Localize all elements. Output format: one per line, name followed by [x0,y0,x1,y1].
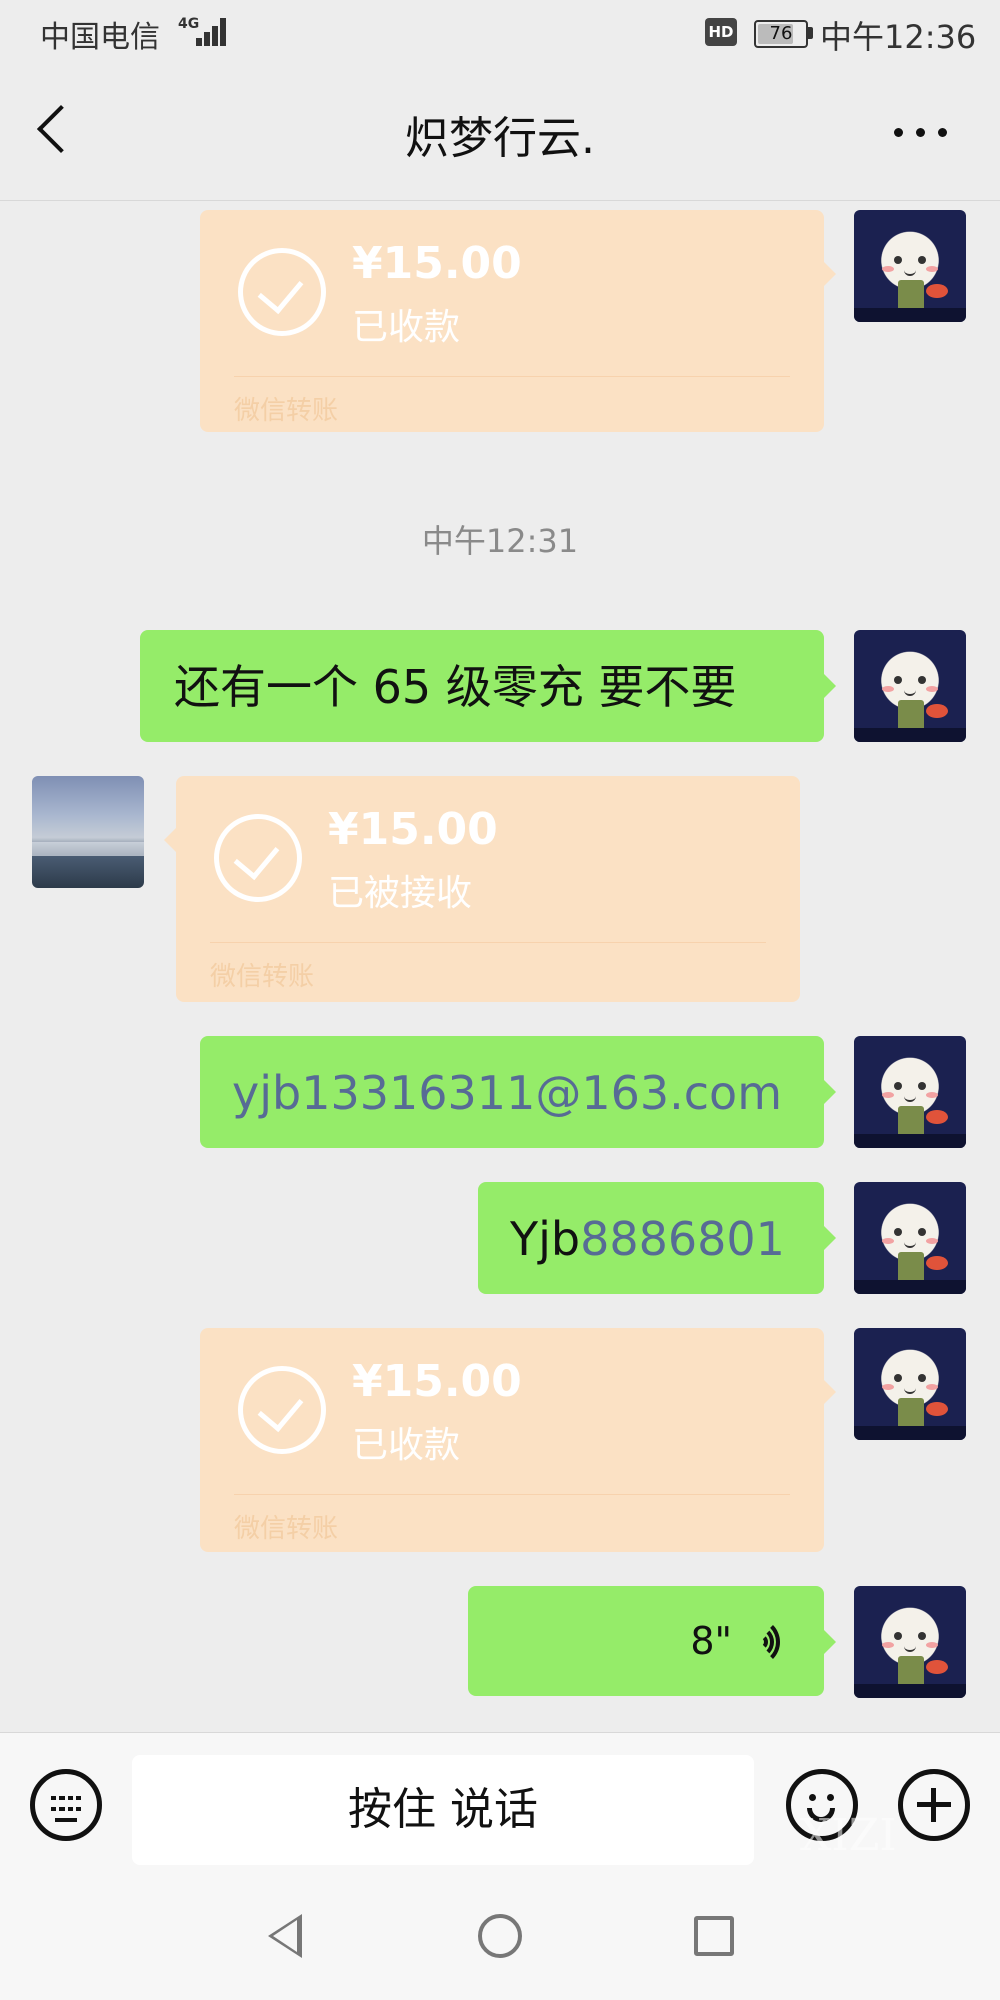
transfer-status: 已收款 [352,1425,461,1466]
phone-number-link[interactable]: 8886801 [580,1212,785,1266]
keyboard-toggle-button[interactable] [30,1769,102,1841]
status-time: 中午12:36 [820,18,977,56]
transfer-label: 微信转账 [210,962,315,992]
battery-icon: 76 [754,20,808,48]
transfer-amount: ¥15.00 [352,238,522,289]
system-recents-icon[interactable] [694,1916,734,1956]
check-circle-icon [214,814,302,902]
my-avatar[interactable] [854,630,966,742]
transfer-divider [234,376,790,377]
voice-message[interactable]: 8" [468,1586,836,1696]
battery-tip [808,27,813,39]
transfer-divider [210,942,766,943]
watermark: XIZI [800,1810,897,1861]
signal-icon [196,16,232,46]
battery-level: 76 [769,23,793,44]
transfer-divider [234,1494,790,1495]
transfer-amount: ¥15.00 [352,1356,522,1407]
system-navigation-bar [0,1878,1000,2000]
hd-badge: HD [705,18,737,46]
transfer-card[interactable]: ¥15.00 已被接收 微信转账 [164,776,800,1002]
hold-to-talk-button[interactable]: 按住 说话 [132,1755,754,1865]
voice-wave-icon [756,1618,792,1666]
my-avatar[interactable] [854,1182,966,1294]
transfer-label: 微信转账 [234,1514,339,1544]
transfer-label: 微信转账 [234,396,339,426]
more-dots-icon [894,128,903,137]
my-avatar[interactable] [854,1036,966,1148]
message-text: Yjb8886801 [510,1216,785,1262]
carrier-name: 中国电信 [40,20,160,55]
voice-duration: 8" [690,1619,732,1663]
transfer-status: 已收款 [352,307,461,348]
back-button[interactable] [30,96,86,166]
system-home-icon[interactable] [478,1914,522,1958]
transfer-card[interactable]: ¥15.00 已收款 微信转账 [200,210,836,432]
more-button[interactable] [880,112,960,152]
check-circle-icon [238,1366,326,1454]
message-text: 还有一个 65 级零充 要不要 [174,660,737,714]
keyboard-icon [51,1796,81,1814]
emoji-icon [809,1794,816,1801]
check-circle-icon [238,248,326,336]
message-text-prefix: Yjb [510,1212,581,1266]
contact-avatar[interactable] [32,776,144,888]
more-functions-button[interactable] [898,1769,970,1841]
message-bubble[interactable]: yjb13316311@163.com [200,1036,836,1148]
my-avatar[interactable] [854,1328,966,1440]
my-avatar[interactable] [854,1586,966,1698]
message-bubble[interactable]: 还有一个 65 级零充 要不要 [140,630,836,742]
my-avatar[interactable] [854,210,966,322]
transfer-card[interactable]: ¥15.00 已收款 微信转账 [200,1328,836,1552]
time-divider: 中午12:31 [421,522,579,560]
back-chevron-icon [36,104,86,154]
chat-header: 炽梦行云. [0,66,1000,201]
transfer-status: 已被接收 [328,873,473,914]
message-bubble[interactable]: Yjb8886801 [478,1182,836,1294]
more-dots-icon [916,128,925,137]
transfer-amount: ¥15.00 [328,804,498,855]
chat-title: 炽梦行云. [405,113,595,164]
more-dots-icon [938,128,947,137]
status-bar: 中国电信 4G HD 76 中午12:36 [0,0,1000,66]
email-link[interactable]: yjb13316311@163.com [232,1070,782,1116]
